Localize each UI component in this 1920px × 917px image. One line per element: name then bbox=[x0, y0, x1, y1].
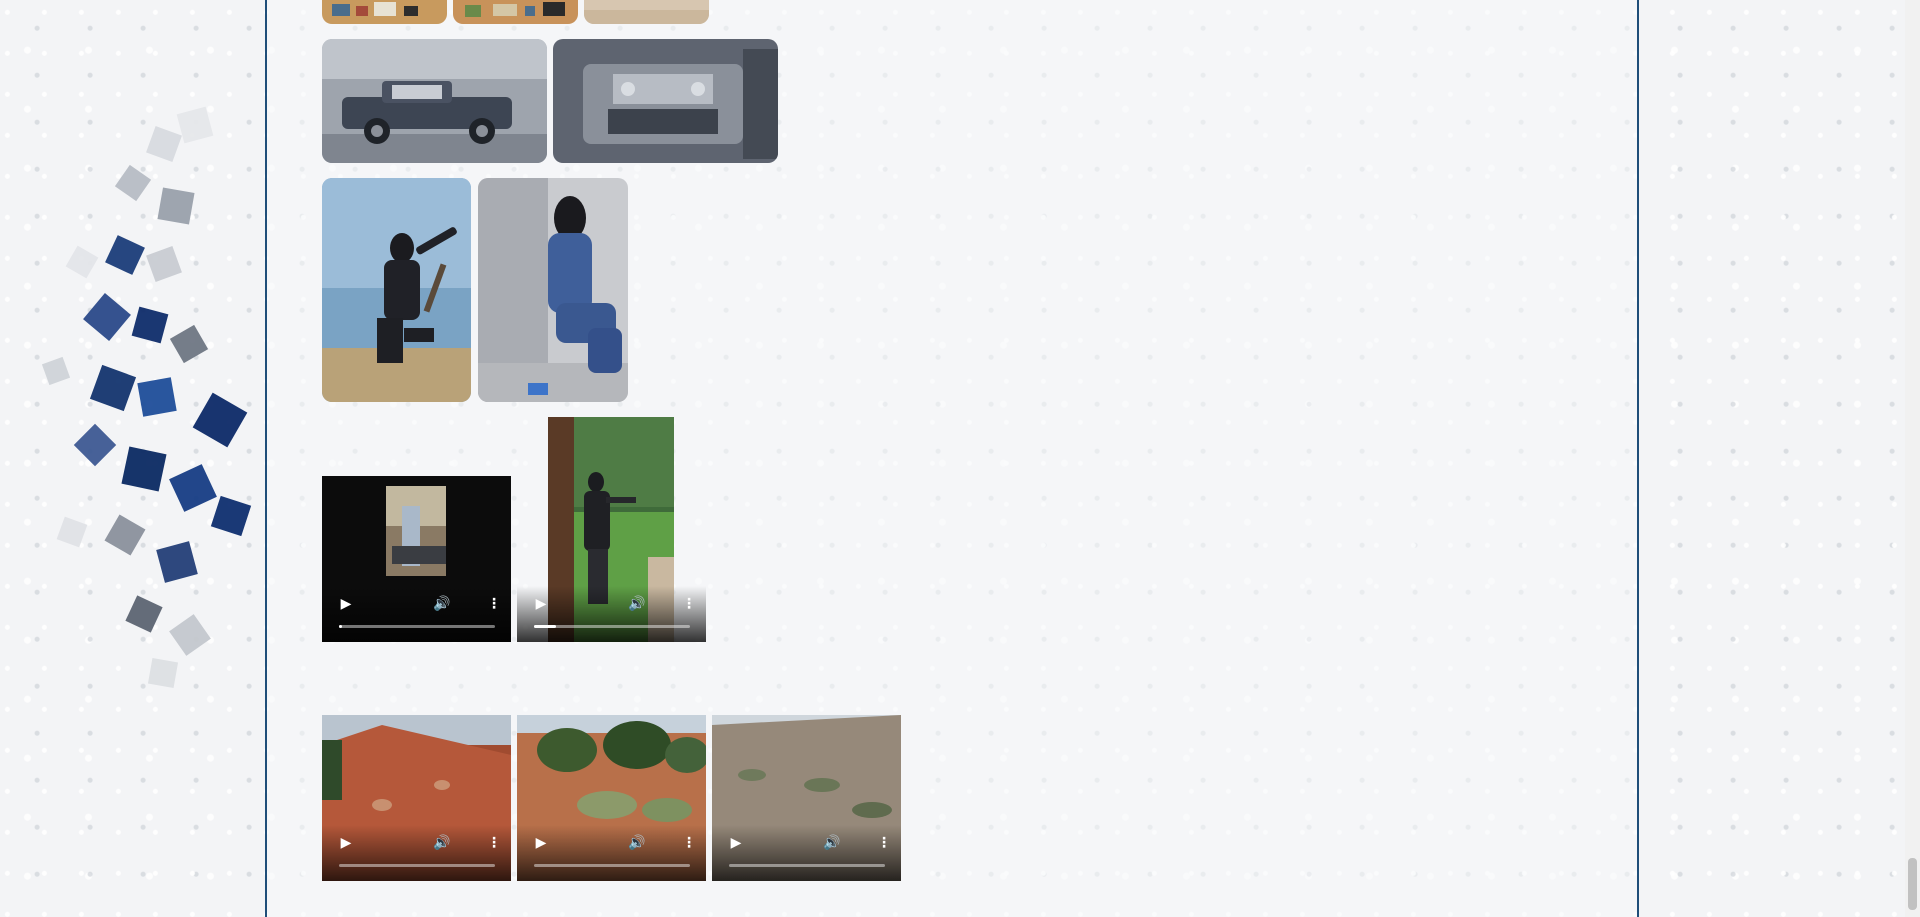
play-icon[interactable]: ▶ bbox=[336, 594, 356, 614]
photo-engine[interactable] bbox=[553, 39, 778, 163]
decorative-fragments-graphic bbox=[41, 106, 252, 689]
video-controls: ▶ 🔊 ⋮ bbox=[517, 825, 706, 881]
photo-image bbox=[453, 0, 578, 24]
photo-person-sitting[interactable] bbox=[478, 178, 628, 402]
more-vertical-icon[interactable]: ⋮ bbox=[484, 833, 504, 853]
play-icon[interactable]: ▶ bbox=[531, 833, 551, 853]
more-vertical-icon[interactable]: ⋮ bbox=[874, 833, 894, 853]
video-controls: ▶ 🔊 ⋮ bbox=[322, 825, 511, 881]
volume-icon[interactable]: 🔊 bbox=[627, 594, 647, 614]
volume-icon[interactable]: 🔊 bbox=[432, 833, 452, 853]
play-icon[interactable]: ▶ bbox=[336, 833, 356, 853]
volume-icon[interactable]: 🔊 bbox=[822, 833, 842, 853]
photo-truck[interactable] bbox=[322, 39, 547, 163]
photo-image bbox=[584, 0, 709, 24]
more-vertical-icon[interactable]: ⋮ bbox=[679, 833, 699, 853]
scrollbar-thumb[interactable] bbox=[1908, 858, 1917, 910]
video-hillside[interactable]: ▶ 🔊 ⋮ bbox=[712, 715, 901, 881]
photo-thumb-3[interactable] bbox=[584, 0, 709, 24]
photo-image bbox=[478, 178, 628, 402]
page-scrollbar[interactable] bbox=[1905, 0, 1920, 917]
video-progress-bar[interactable] bbox=[729, 864, 885, 867]
volume-icon[interactable]: 🔊 bbox=[627, 833, 647, 853]
video-progress-bar[interactable] bbox=[339, 625, 495, 628]
video-progress-bar[interactable] bbox=[534, 625, 690, 628]
photo-thumb-2[interactable] bbox=[453, 0, 578, 24]
play-icon[interactable]: ▶ bbox=[726, 833, 746, 853]
video-progress-fill bbox=[339, 625, 343, 628]
play-icon[interactable]: ▶ bbox=[531, 594, 551, 614]
video-controls: ▶ 🔊 ⋮ bbox=[322, 586, 511, 642]
photo-image bbox=[322, 0, 447, 24]
photo-thumb-1[interactable] bbox=[322, 0, 447, 24]
video-outdoor-range[interactable]: ▶ 🔊 ⋮ bbox=[517, 417, 706, 642]
video-trees[interactable]: ▶ 🔊 ⋮ bbox=[517, 715, 706, 881]
video-progress-bar[interactable] bbox=[534, 864, 690, 867]
video-indoor-range[interactable]: ▶ 🔊 ⋮ bbox=[322, 476, 511, 642]
photo-person-kneeling[interactable] bbox=[322, 178, 471, 402]
photo-image bbox=[553, 39, 778, 163]
video-red-cliff[interactable]: ▶ 🔊 ⋮ bbox=[322, 715, 511, 881]
more-vertical-icon[interactable]: ⋮ bbox=[679, 594, 699, 614]
volume-icon[interactable]: 🔊 bbox=[432, 594, 452, 614]
video-progress-fill bbox=[534, 625, 556, 628]
photo-image bbox=[322, 178, 471, 402]
video-controls: ▶ 🔊 ⋮ bbox=[712, 825, 901, 881]
more-vertical-icon[interactable]: ⋮ bbox=[484, 594, 504, 614]
video-progress-bar[interactable] bbox=[339, 864, 495, 867]
video-controls: ▶ 🔊 ⋮ bbox=[517, 586, 706, 642]
photo-image bbox=[322, 39, 547, 163]
